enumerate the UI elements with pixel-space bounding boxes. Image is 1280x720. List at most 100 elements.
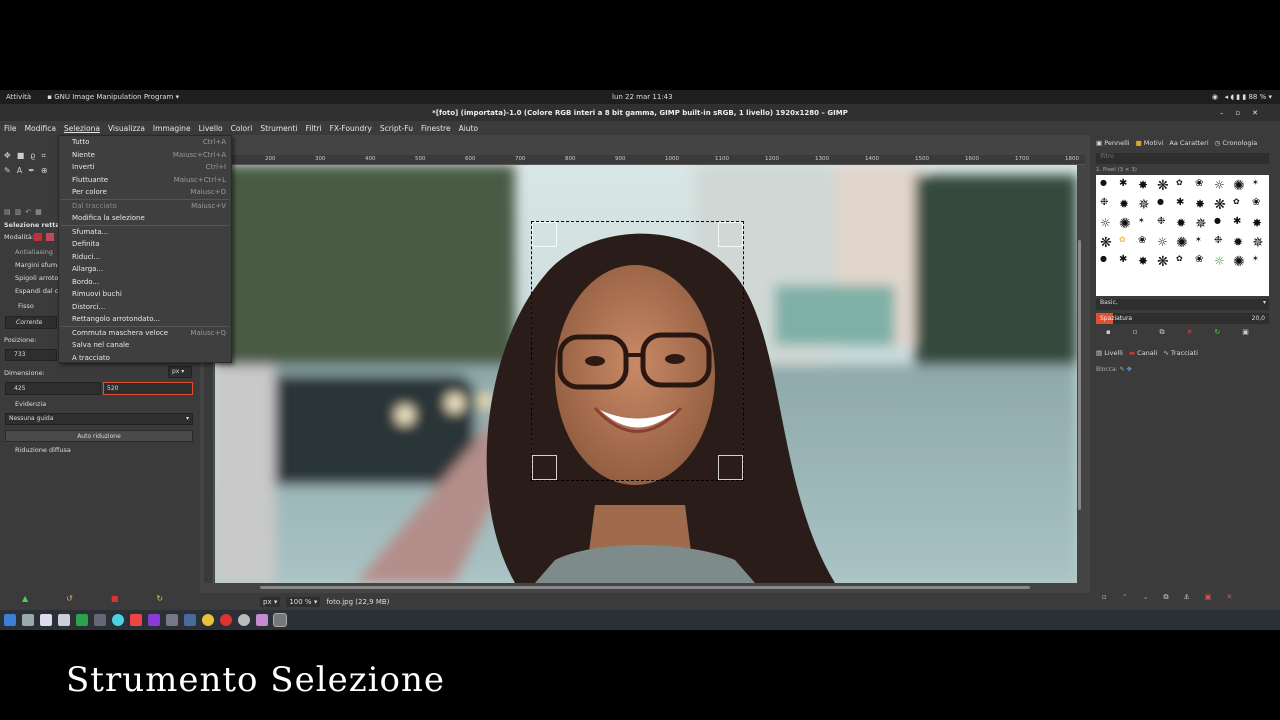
brush-swatch-icon[interactable]: ✵ bbox=[1252, 235, 1264, 251]
horizontal-ruler[interactable]: 200 300 400 500 600 700 800 900 1000 1100 1200 1300… bbox=[215, 155, 1085, 165]
brush-swatch-icon[interactable]: ❀ bbox=[1195, 178, 1203, 189]
select-menu-item[interactable]: Modifica la selezione bbox=[59, 212, 231, 225]
brush-swatch-icon[interactable]: ❋ bbox=[1100, 235, 1112, 251]
tool-options-icon[interactable]: ▤ bbox=[4, 208, 15, 216]
select-menu-item[interactable]: A tracciato bbox=[59, 352, 231, 365]
brush-swatch-icon[interactable]: ✺ bbox=[1176, 235, 1188, 251]
raise-layer-icon[interactable]: ⌃ bbox=[1122, 593, 1143, 601]
brush-swatch-icon[interactable]: ❉ bbox=[1157, 216, 1165, 227]
height-field[interactable]: 520 bbox=[103, 382, 193, 395]
brush-swatch-icon[interactable]: ☼ bbox=[1214, 178, 1225, 192]
brush-swatch-icon[interactable]: ● bbox=[1157, 197, 1164, 206]
mask-layer-icon[interactable]: ▣ bbox=[1205, 593, 1227, 601]
width-field[interactable]: 425 bbox=[5, 382, 101, 395]
restore-icon[interactable]: ↺ bbox=[66, 594, 111, 603]
brush-swatch-icon[interactable]: ✸ bbox=[1195, 197, 1205, 211]
autoshrink-button[interactable]: Auto riduzione bbox=[5, 430, 193, 442]
zoom-select[interactable]: 100 % ▾ bbox=[286, 596, 321, 607]
brush-swatch-icon[interactable]: ✿ bbox=[1119, 235, 1126, 244]
tab-canali[interactable]: ▬ Canali bbox=[1129, 349, 1157, 357]
selection-handle-br[interactable] bbox=[718, 455, 743, 480]
fixed-checkbox[interactable]: Fisso bbox=[18, 302, 34, 310]
anchor-layer-icon[interactable]: ⚓ bbox=[1184, 593, 1205, 601]
brush-swatch-icon[interactable]: ✹ bbox=[1119, 197, 1129, 211]
menu-strumenti[interactable]: Strumenti bbox=[256, 124, 301, 133]
brush-swatch-icon[interactable]: ✿ bbox=[1176, 178, 1183, 187]
chrome-icon[interactable] bbox=[202, 614, 214, 626]
calendar-icon[interactable] bbox=[130, 614, 142, 626]
select-menu-item[interactable]: Commuta maschera veloce Maiusc+Q bbox=[59, 327, 231, 340]
select-menu-item[interactable]: Fluttuante Maiusc+Ctrl+L bbox=[59, 174, 231, 187]
tab-livelli[interactable]: ▤ Livelli bbox=[1096, 349, 1123, 357]
select-menu-item[interactable]: Inverti Ctrl+I bbox=[59, 161, 231, 174]
brush-swatch-icon[interactable]: ● bbox=[1214, 216, 1221, 225]
new-brush-icon[interactable]: ▫ bbox=[1133, 328, 1160, 336]
brush-swatch-icon[interactable]: ✺ bbox=[1119, 216, 1131, 232]
rect-select-icon[interactable]: ■ bbox=[17, 151, 31, 160]
tray[interactable]: ◉ ◂ ◖ ▮ ▮ 88 % ▾ bbox=[1212, 93, 1272, 101]
brush-swatch-icon[interactable]: ❉ bbox=[1214, 235, 1222, 246]
selection-handle-bl[interactable] bbox=[532, 455, 557, 480]
brush-swatch-icon[interactable]: ✱ bbox=[1119, 178, 1127, 189]
purple-app-icon[interactable] bbox=[148, 614, 160, 626]
menu-seleziona[interactable]: Seleziona bbox=[60, 124, 104, 133]
move-tool-icon[interactable]: ✥ bbox=[4, 151, 17, 160]
brush-swatch-icon[interactable]: ✺ bbox=[1233, 178, 1245, 194]
brush-swatch-icon[interactable]: ✱ bbox=[1176, 197, 1184, 208]
clock[interactable]: lun 22 mar 11:43 bbox=[612, 93, 673, 101]
mode-add-icon[interactable] bbox=[46, 233, 54, 241]
lower-layer-icon[interactable]: ⌄ bbox=[1143, 593, 1164, 601]
undo-history-icon[interactable]: ↶ bbox=[25, 208, 35, 216]
size-unit-select[interactable]: px ▾ bbox=[168, 366, 192, 378]
monitor-icon[interactable] bbox=[94, 614, 106, 626]
guides-select[interactable]: Nessuna guida ▾ bbox=[5, 413, 193, 425]
select-menu-item[interactable]: Rettangolo arrotondato... bbox=[59, 313, 231, 326]
brush-swatch-icon[interactable]: ❋ bbox=[1157, 178, 1169, 194]
rectangle-selection[interactable] bbox=[531, 221, 744, 481]
minimize-icon[interactable]: – bbox=[1220, 109, 1236, 117]
menu-filtri[interactable]: Filtri bbox=[302, 124, 326, 133]
select-menu-item[interactable]: Salva nel canale bbox=[59, 339, 231, 352]
path-icon[interactable]: ✒ bbox=[28, 166, 41, 175]
spacing-slider[interactable]: Spaziatura 20,0 bbox=[1096, 313, 1269, 324]
menu-livello[interactable]: Livello bbox=[195, 124, 227, 133]
brush-swatch-icon[interactable]: ❀ bbox=[1195, 254, 1203, 265]
duplicate-layer-icon[interactable]: ⧉ bbox=[1164, 593, 1184, 601]
select-menu-item[interactable]: Distorci... bbox=[59, 301, 231, 314]
lock-position-icon[interactable]: ✥ bbox=[1127, 366, 1132, 373]
heal-icon[interactable]: ⊕ bbox=[41, 166, 54, 175]
select-menu-item[interactable]: Allarga... bbox=[59, 263, 231, 276]
save-preset-icon[interactable]: ▲ bbox=[22, 594, 66, 603]
brush-filter-input[interactable]: filtro bbox=[1096, 153, 1269, 164]
select-menu-item[interactable]: Riduci... bbox=[59, 251, 231, 264]
close-icon[interactable]: ✕ bbox=[1252, 109, 1270, 117]
lock-pixels-icon[interactable]: ✎ bbox=[1120, 366, 1125, 373]
tab-tracciati[interactable]: ∿ Tracciati bbox=[1163, 349, 1197, 357]
brush-swatch-icon[interactable]: ✸ bbox=[1138, 178, 1148, 192]
mode-replace-icon[interactable] bbox=[34, 233, 42, 241]
menu-fx-foundry[interactable]: FX-Foundry bbox=[326, 124, 376, 133]
selection-handle-tl[interactable] bbox=[532, 222, 557, 247]
refresh-brush-icon[interactable]: ↻ bbox=[1214, 328, 1242, 336]
brush-swatch-icon[interactable]: ✸ bbox=[1138, 254, 1148, 268]
files-icon[interactable] bbox=[22, 614, 34, 626]
delete-brush-icon[interactable]: ✕ bbox=[1187, 328, 1215, 336]
brush-swatch-icon[interactable]: ✱ bbox=[1233, 216, 1241, 227]
gimp-icon[interactable] bbox=[273, 613, 287, 627]
brush-swatch-icon[interactable]: ● bbox=[1100, 254, 1107, 263]
text-app-icon[interactable] bbox=[184, 614, 196, 626]
select-menu-item[interactable]: Bordo... bbox=[59, 276, 231, 289]
brush-swatch-icon[interactable]: ✸ bbox=[1252, 216, 1262, 230]
delete-layer-icon[interactable]: ✕ bbox=[1226, 593, 1247, 601]
highlight-checkbox[interactable]: Evidenzia bbox=[15, 400, 46, 408]
brush-swatch-icon[interactable]: ✶ bbox=[1252, 178, 1259, 187]
window-icon[interactable] bbox=[58, 614, 70, 626]
select-menu-item[interactable]: Sfumata... bbox=[59, 226, 231, 239]
brush-swatch-icon[interactable]: ✶ bbox=[1252, 254, 1259, 263]
images-icon[interactable]: ▦ bbox=[35, 208, 46, 216]
media-icon[interactable] bbox=[256, 614, 268, 626]
apple-icon[interactable] bbox=[166, 614, 178, 626]
sheets-icon[interactable] bbox=[76, 614, 88, 626]
crop-icon[interactable]: ⌗ bbox=[41, 151, 52, 160]
tab-pennelli[interactable]: ▣ Pennelli bbox=[1096, 139, 1130, 147]
